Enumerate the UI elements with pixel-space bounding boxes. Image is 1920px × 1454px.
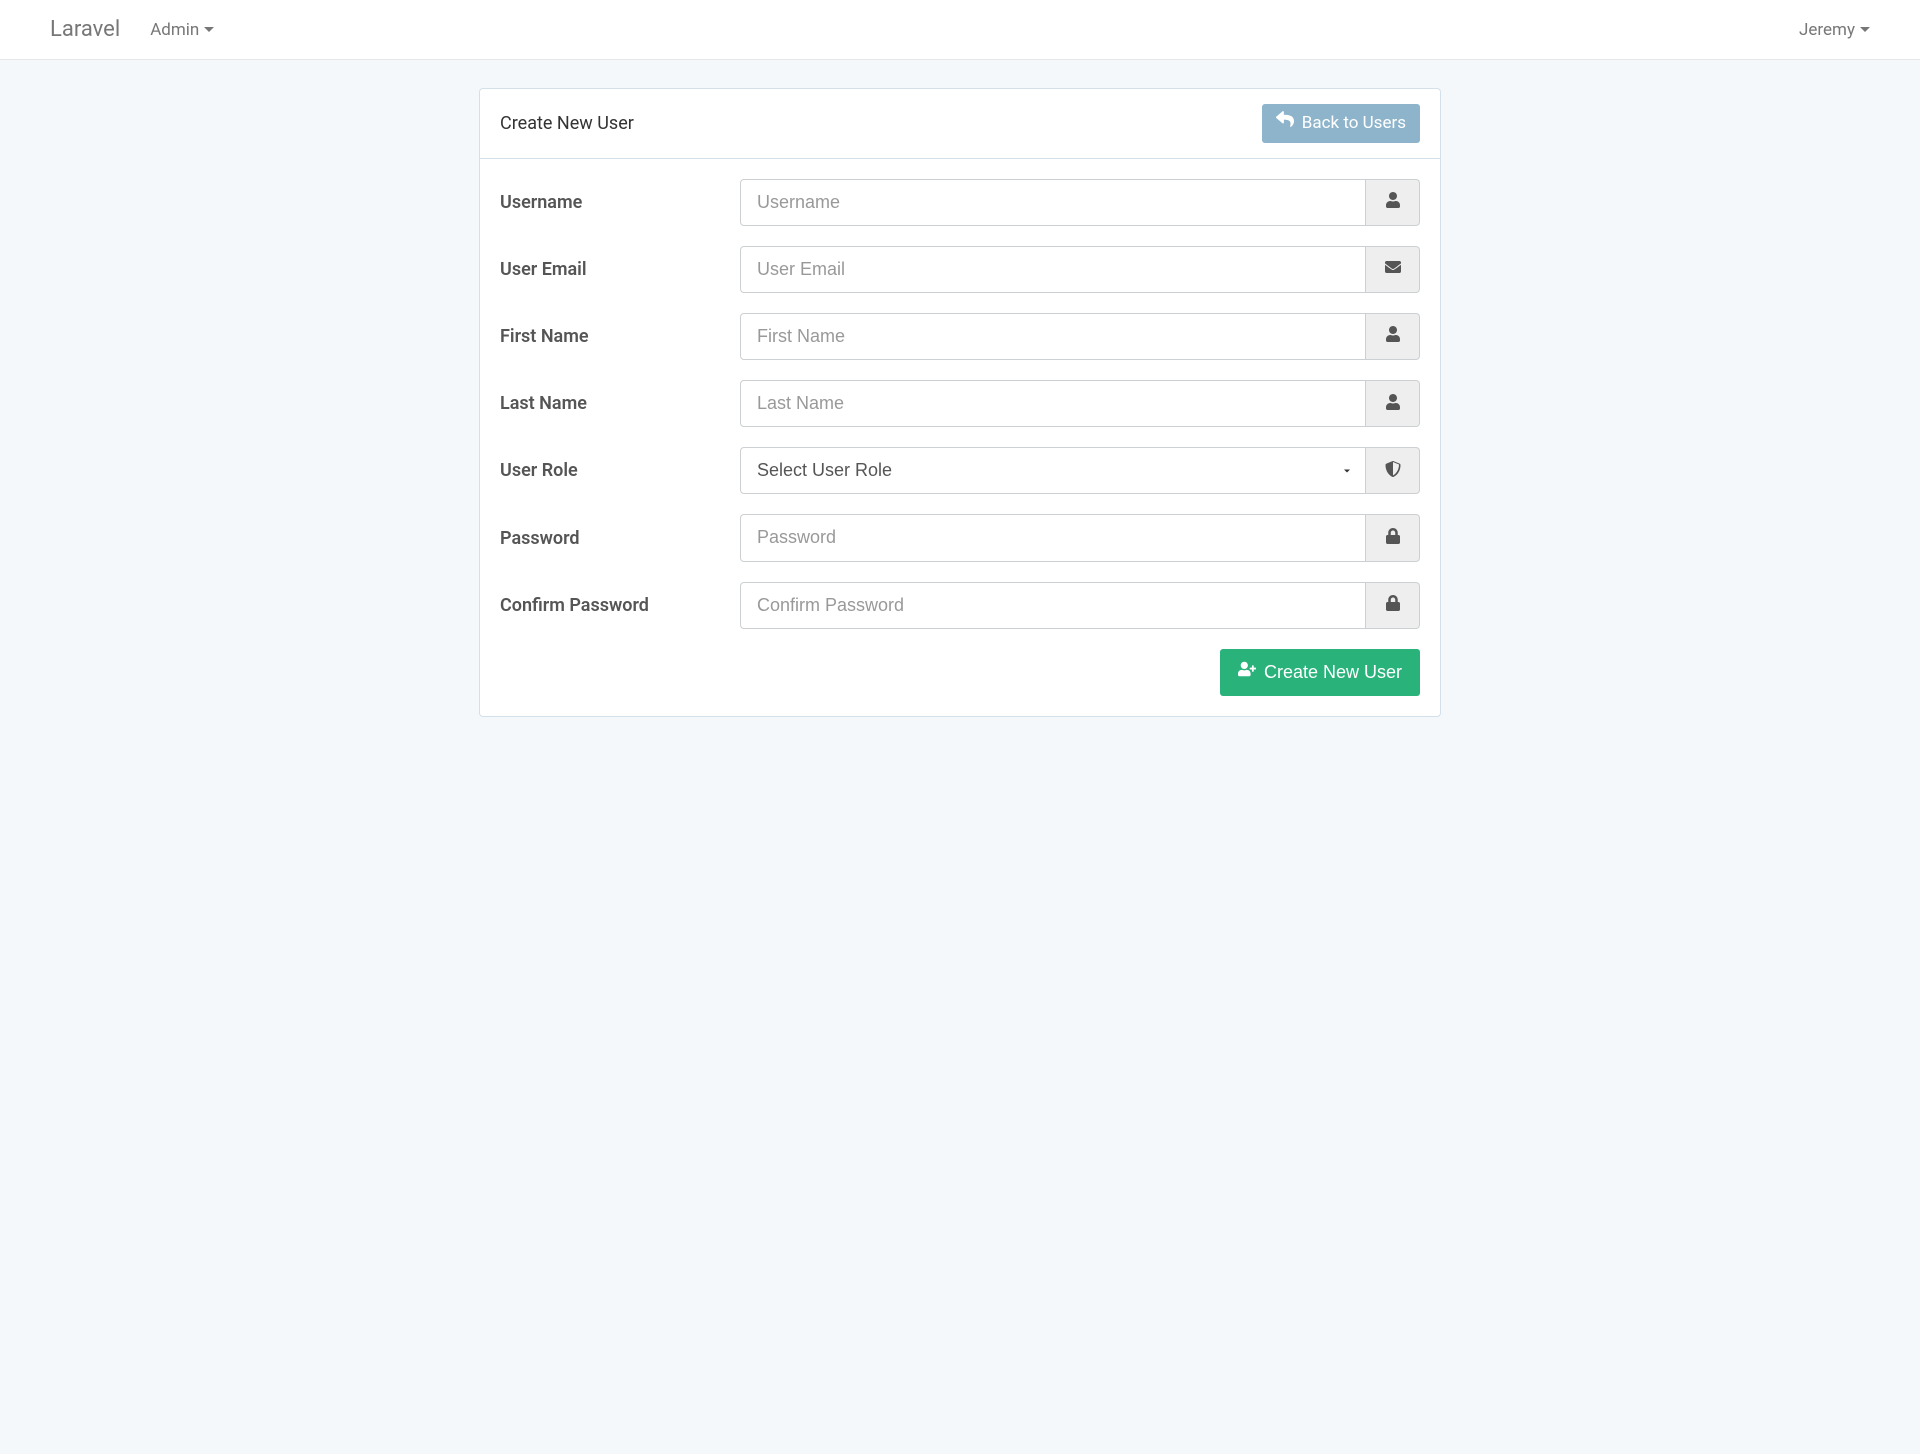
shield-icon [1385,461,1401,481]
user-icon [1385,394,1401,414]
form-group-role: User Role Select User Role [500,447,1420,494]
user-icon [1385,192,1401,212]
email-label: User Email [500,259,740,280]
lock-icon-addon [1366,582,1420,629]
password-input[interactable] [740,514,1366,561]
password-input-group [740,514,1420,561]
lock-icon [1385,528,1401,548]
username-input-group [740,179,1420,226]
panel-heading: Create New User Back to Users [480,89,1440,159]
create-user-button[interactable]: Create New User [1220,649,1420,696]
envelope-icon [1385,259,1401,279]
back-to-users-button[interactable]: Back to Users [1262,104,1420,143]
user-icon-addon [1366,313,1420,360]
form-group-lastname: Last Name [500,380,1420,427]
firstname-input-group [740,313,1420,360]
user-plus-icon [1238,659,1256,686]
confirm-password-input-group [740,582,1420,629]
user-dropdown[interactable]: Jeremy [1799,20,1870,40]
form-group-username: Username [500,179,1420,226]
email-input-group [740,246,1420,293]
username-label: Username [500,192,740,213]
firstname-label: First Name [500,326,740,347]
user-icon [1385,326,1401,346]
role-label: User Role [500,460,740,481]
form-group-confirm-password: Confirm Password [500,582,1420,629]
user-icon-addon [1366,179,1420,226]
form-group-firstname: First Name [500,313,1420,360]
navbar: Laravel Admin Jeremy [0,0,1920,60]
reply-icon [1276,110,1294,137]
shield-icon-addon [1366,447,1420,494]
role-select[interactable]: Select User Role [740,447,1366,494]
navbar-left: Laravel Admin [50,17,214,42]
back-button-label: Back to Users [1302,111,1406,137]
user-icon-addon [1366,380,1420,427]
envelope-icon-addon [1366,246,1420,293]
form-group-password: Password [500,514,1420,561]
lock-icon-addon [1366,514,1420,561]
form-group-email: User Email [500,246,1420,293]
lastname-input[interactable] [740,380,1366,427]
lock-icon [1385,595,1401,615]
lastname-label: Last Name [500,393,740,414]
password-label: Password [500,528,740,549]
caret-down-icon [204,27,214,32]
user-label: Jeremy [1799,20,1855,40]
confirm-password-input[interactable] [740,582,1366,629]
panel-body: Username User Email [480,159,1440,716]
admin-label: Admin [150,20,199,40]
admin-dropdown[interactable]: Admin [150,20,214,40]
form-actions: Create New User [500,649,1420,696]
role-input-group: Select User Role [740,447,1420,494]
create-user-panel: Create New User Back to Users Username [479,88,1441,717]
confirm-password-label: Confirm Password [500,595,740,616]
create-user-button-label: Create New User [1264,659,1402,686]
navbar-brand[interactable]: Laravel [50,17,120,42]
panel-title: Create New User [500,113,634,134]
firstname-input[interactable] [740,313,1366,360]
email-input[interactable] [740,246,1366,293]
caret-down-icon [1860,27,1870,32]
lastname-input-group [740,380,1420,427]
username-input[interactable] [740,179,1366,226]
